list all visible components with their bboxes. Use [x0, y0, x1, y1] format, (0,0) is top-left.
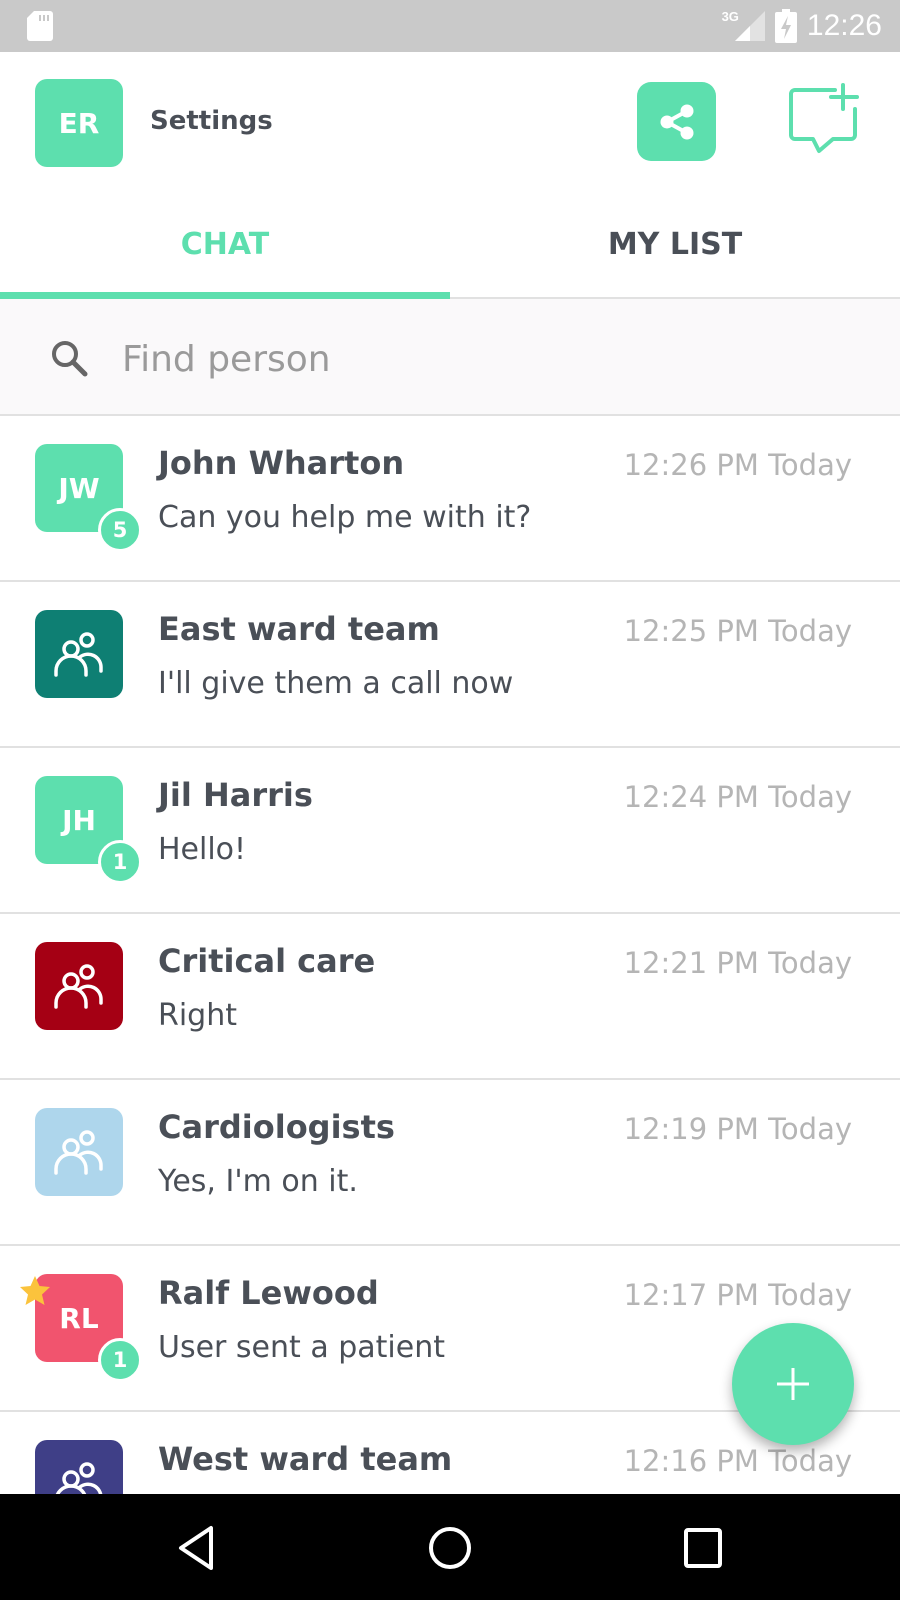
plus-icon: [777, 1368, 809, 1400]
chat-name: West ward team: [158, 1440, 453, 1478]
avatar-initials: JH: [62, 803, 96, 837]
chat-timestamp: 12:21 PM Today: [623, 946, 852, 980]
battery-charging-icon: [774, 9, 797, 43]
chat-timestamp: 12:17 PM Today: [623, 1278, 852, 1312]
new-chat-button[interactable]: [785, 80, 865, 160]
group-avatar: [35, 1440, 123, 1494]
chat-name: John Wharton: [158, 444, 405, 482]
avatar-initials: JW: [58, 471, 100, 505]
tab-chat[interactable]: CHAT: [0, 192, 450, 299]
chat-name: Critical care: [158, 942, 376, 980]
group-avatar: [35, 1108, 123, 1196]
avatar-initials: RL: [59, 1301, 99, 1335]
group-icon: [54, 1130, 103, 1175]
chat-preview: Right: [158, 998, 237, 1033]
search-bar: [0, 299, 900, 416]
signal-icon: [734, 11, 765, 41]
chat-timestamp: 12:25 PM Today: [623, 614, 852, 648]
chat-list-item[interactable]: Cardiologists 12:19 PM Today Yes, I'm on i…: [0, 1080, 900, 1246]
chat-name: Ralf Lewood: [158, 1274, 379, 1312]
home-icon: [429, 1527, 471, 1569]
chat-timestamp: 12:19 PM Today: [623, 1112, 852, 1146]
chat-name: East ward team: [158, 610, 440, 648]
share-button[interactable]: [637, 82, 716, 161]
back-button[interactable]: [165, 1516, 229, 1580]
share-icon: [660, 104, 693, 139]
unread-badge: 1: [98, 840, 142, 884]
profile-avatar[interactable]: ER: [35, 79, 123, 167]
chat-preview: User sent a patient: [158, 1330, 445, 1365]
recents-icon: [684, 1528, 722, 1568]
status-bar: 3G 12:26: [0, 0, 900, 52]
chat-preview: Yes, I'm on it.: [158, 1164, 358, 1199]
group-icon: [55, 1462, 103, 1494]
app-header: ER Settings: [0, 52, 900, 192]
network-type: 3G: [721, 8, 739, 24]
chat-preview: I'll give them a call now: [158, 666, 514, 701]
search-icon: [52, 341, 88, 377]
chat-name: Cardiologists: [158, 1108, 395, 1146]
group-avatar: [35, 610, 123, 698]
find-person-input[interactable]: [122, 324, 862, 394]
group-avatar: [35, 942, 123, 1030]
tab-my-list[interactable]: MY LIST: [450, 192, 900, 297]
chat-list-item[interactable]: Critical care 12:21 PM Today Right: [0, 914, 900, 1080]
star-icon: [20, 1276, 50, 1305]
clock: 12:26: [806, 9, 882, 42]
system-nav-bar: [0, 1494, 900, 1600]
group-icon: [54, 964, 103, 1009]
unread-badge: 5: [98, 508, 142, 552]
home-button[interactable]: [418, 1516, 482, 1580]
settings-link[interactable]: Settings: [150, 106, 273, 136]
recents-button[interactable]: [671, 1516, 735, 1580]
sd-card-icon: [27, 11, 53, 41]
chat-preview: Can you help me with it?: [158, 500, 532, 535]
add-button[interactable]: [732, 1323, 854, 1445]
group-icon: [54, 632, 103, 677]
back-icon: [179, 1526, 213, 1570]
chat-timestamp: 12:24 PM Today: [623, 780, 852, 814]
tab-bar: CHAT MY LIST: [0, 192, 900, 299]
chat-list-item[interactable]: JW 5 John Wharton 12:26 PM Today Can you hel…: [0, 416, 900, 582]
new-chat-icon: [789, 83, 859, 153]
chat-name: Jil Harris: [158, 776, 313, 814]
chat-list-item[interactable]: JH 1 Jil Harris 12:24 PM Today Hello!: [0, 748, 900, 914]
chat-timestamp: 12:26 PM Today: [623, 448, 852, 482]
chat-preview: Hello!: [158, 832, 247, 867]
chat-list-item[interactable]: East ward team 12:25 PM Today I'll give th…: [0, 582, 900, 748]
unread-badge: 1: [98, 1338, 142, 1382]
chat-timestamp: 12:16 PM Today: [623, 1444, 852, 1478]
